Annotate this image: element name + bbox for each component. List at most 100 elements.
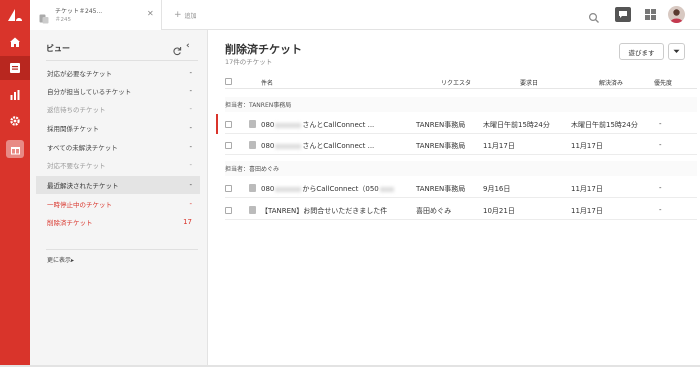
view-item-label: 返信待ちのチケット [47, 106, 106, 114]
top-bar: チケット＃245... ＃245 ✕ + 追加 [30, 0, 700, 30]
view-item-count: - [189, 143, 192, 151]
group-header: 担当者：喜田めぐみ [225, 161, 697, 176]
redacted-text [275, 143, 302, 149]
row-checkbox[interactable] [225, 121, 232, 128]
ticket-subject[interactable]: 080 さんとCallConnect ... [261, 120, 374, 130]
view-item-count: - [189, 124, 192, 132]
view-item-active[interactable]: 最近解決されたチケット - [36, 176, 200, 194]
view-item-label: 削除済チケット [47, 219, 93, 227]
view-item-label: 自分が担当しているチケット [47, 88, 132, 96]
ticket-priority: - [659, 120, 662, 128]
view-item-label: すべての未解決チケット [47, 144, 118, 152]
ticket-icon [249, 184, 256, 192]
row-checkbox[interactable] [225, 207, 232, 214]
ticket-priority: - [659, 206, 662, 214]
view-item-label: 最近解決されたチケット [47, 182, 119, 190]
add-tab-button[interactable]: + 追加 [174, 10, 197, 20]
ticket-priority: - [659, 184, 662, 192]
ticket-icon [249, 206, 256, 214]
apps-grid-icon[interactable] [645, 9, 656, 20]
play-button[interactable]: 遊びます [619, 43, 664, 60]
ticket-priority: - [659, 141, 662, 149]
view-item-count: - [189, 105, 192, 113]
chevron-down-icon [673, 49, 680, 53]
page-title: 削除済チケット [225, 43, 302, 56]
view-item[interactable]: 一時停止中のチケット - [36, 195, 200, 213]
view-item-count: - [189, 161, 192, 169]
view-item-count: 17 [183, 218, 192, 226]
view-item[interactable]: 採用関係チケット - [36, 119, 200, 137]
view-item-label: 採用関係チケット [47, 125, 99, 133]
ticket-requested: 木曜日午前15時24分 [483, 121, 550, 129]
gift-icon[interactable] [6, 140, 24, 158]
view-item[interactable]: 削除済チケット 17 [36, 213, 200, 231]
plus-icon: + [174, 10, 182, 20]
ticket-subject[interactable]: 080 からCallConnect（050 [261, 184, 395, 194]
tab-subtitle: ＃245 [55, 17, 71, 23]
views-icon[interactable] [7, 60, 23, 76]
reporting-icon[interactable] [7, 87, 23, 103]
tab-title: チケット＃245... [55, 8, 103, 15]
column-requested[interactable]: 要求日 [520, 78, 538, 87]
view-item-label: 対応が必要なチケット [47, 70, 112, 78]
view-item-count: - [189, 181, 192, 189]
avatar[interactable] [668, 6, 685, 23]
table-row[interactable]: 080 さんとCallConnect ... TANREN事務局 木曜日午前15時… [216, 114, 697, 134]
table-row[interactable]: 080 さんとCallConnect ... TANREN事務局 11月17日 1… [225, 135, 697, 155]
ticket-icon [249, 120, 256, 128]
search-icon[interactable] [588, 9, 600, 23]
collapse-icon[interactable]: ‹ [186, 41, 190, 51]
table-row[interactable]: 【TANREN】お問合せいただきました件 喜田めぐみ 10月21日 11月17日… [225, 200, 697, 220]
view-item[interactable]: 自分が担当しているチケット - [36, 82, 200, 100]
select-all-checkbox[interactable] [225, 78, 232, 85]
product-rail [0, 0, 30, 367]
show-more-link[interactable]: 更に表示▸ [47, 255, 74, 264]
refresh-icon[interactable] [172, 41, 182, 56]
column-priority[interactable]: 優先度 [654, 78, 672, 87]
view-item[interactable]: 返信待ちのチケット - [36, 100, 200, 118]
divider [46, 60, 198, 61]
ticket-requester: TANREN事務局 [416, 121, 466, 129]
divider [46, 249, 198, 250]
redacted-text [379, 186, 394, 192]
ticket-requested: 11月17日 [483, 142, 515, 150]
settings-icon[interactable] [7, 113, 23, 129]
view-item-count: - [189, 87, 192, 95]
view-item[interactable]: 対応が必要なチケット - [36, 64, 200, 82]
ticket-solved: 11月17日 [571, 185, 603, 193]
view-item[interactable]: すべての未解決チケット - [36, 138, 200, 156]
main-content: 削除済チケット 17件のチケット 遊びます 件名 リクエスタ 要求日 解決済み … [209, 30, 700, 367]
table-header: 件名 リクエスタ 要求日 解決済み 優先度 [225, 75, 697, 89]
ticket-solved: 木曜日午前15時24分 [571, 121, 638, 129]
redacted-text [275, 186, 302, 192]
options-dropdown-button[interactable] [668, 43, 685, 60]
ticket-requested: 10月21日 [483, 207, 515, 215]
ticket-requester: TANREN事務局 [416, 185, 466, 193]
column-requester[interactable]: リクエスタ [441, 78, 471, 87]
table-row[interactable]: 080 からCallConnect（050 TANREN事務局 9月16日 11月… [225, 178, 697, 198]
ticket-solved: 11月17日 [571, 142, 603, 150]
view-item-count: - [189, 69, 192, 77]
views-panel: ビュー ‹ 対応が必要なチケット - 自分が担当しているチケット - 返信待ちの… [30, 30, 208, 367]
close-icon[interactable]: ✕ [147, 9, 154, 18]
column-solved[interactable]: 解決済み [599, 78, 623, 87]
row-checkbox[interactable] [225, 142, 232, 149]
view-item[interactable]: 対応不要なチケット - [36, 156, 200, 174]
ticket-tab[interactable]: チケット＃245... ＃245 ✕ [30, 0, 162, 30]
ticket-requested: 9月16日 [483, 185, 511, 193]
redacted-text [275, 122, 302, 128]
row-highlight-marker [216, 114, 218, 134]
home-icon[interactable] [7, 34, 23, 50]
ticket-subject[interactable]: 【TANREN】お問合せいただきました件 [261, 206, 387, 216]
column-subject[interactable]: 件名 [261, 78, 273, 87]
ticket-requester: 喜田めぐみ [416, 207, 452, 215]
views-title: ビュー [46, 44, 70, 53]
chat-icon[interactable] [615, 7, 631, 22]
ticket-subject[interactable]: 080 さんとCallConnect ... [261, 141, 374, 151]
ticket-requester: TANREN事務局 [416, 142, 466, 150]
view-item-label: 対応不要なチケット [47, 162, 106, 170]
zendesk-logo-icon[interactable] [7, 7, 23, 21]
row-checkbox[interactable] [225, 185, 232, 192]
ticket-count: 17件のチケット [225, 58, 273, 66]
app-root: チケット＃245... ＃245 ✕ + 追加 ビュー ‹ 対応が必要なチケット [0, 0, 700, 367]
